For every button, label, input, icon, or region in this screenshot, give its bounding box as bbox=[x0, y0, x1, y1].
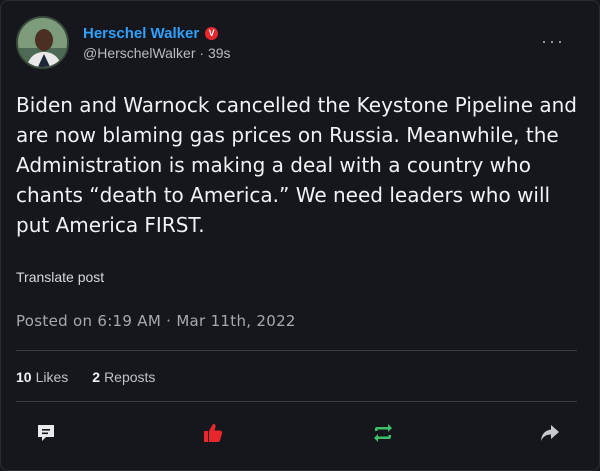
likes-label: Likes bbox=[35, 369, 69, 385]
divider bbox=[16, 401, 577, 402]
more-options-button[interactable]: ··· bbox=[541, 31, 565, 52]
repost-icon bbox=[374, 424, 392, 442]
avatar[interactable] bbox=[16, 16, 69, 69]
reposts-count: 2 bbox=[92, 369, 101, 385]
meta-separator: · bbox=[195, 44, 208, 61]
likes-count: 10 bbox=[16, 369, 32, 385]
post-stats: 10 Likes 2 Reposts bbox=[16, 369, 155, 385]
reposts-label: Reposts bbox=[104, 369, 156, 385]
posted-timestamp: Posted on 6:19 AM · Mar 11th, 2022 bbox=[16, 312, 296, 330]
display-name[interactable]: Herschel Walker bbox=[83, 25, 199, 42]
avatar-image bbox=[18, 18, 67, 67]
display-name-row: Herschel Walker V bbox=[83, 25, 231, 42]
like-button[interactable] bbox=[201, 421, 225, 445]
author-info: Herschel Walker V @HerschelWalker · 39s bbox=[83, 25, 231, 61]
reposts-stat[interactable]: 2 Reposts bbox=[92, 369, 155, 385]
author-meta: @HerschelWalker · 39s bbox=[83, 45, 231, 61]
translate-post-link[interactable]: Translate post bbox=[16, 269, 104, 285]
comment-button[interactable] bbox=[34, 421, 58, 445]
post-header: Herschel Walker V @HerschelWalker · 39s bbox=[16, 16, 231, 69]
post-age[interactable]: 39s bbox=[208, 45, 231, 61]
comment-icon bbox=[38, 425, 54, 441]
verified-badge-icon: V bbox=[205, 26, 219, 40]
likes-stat[interactable]: 10 Likes bbox=[16, 369, 68, 385]
handle[interactable]: @HerschelWalker bbox=[83, 45, 196, 61]
post-text: Biden and Warnock cancelled the Keystone… bbox=[16, 93, 577, 237]
action-bar bbox=[1, 421, 599, 447]
like-icon bbox=[204, 424, 223, 442]
post-card: Herschel Walker V @HerschelWalker · 39s … bbox=[0, 0, 600, 471]
repost-button[interactable] bbox=[371, 421, 395, 445]
divider bbox=[16, 350, 577, 351]
share-icon bbox=[541, 425, 559, 441]
share-button[interactable] bbox=[538, 421, 562, 445]
